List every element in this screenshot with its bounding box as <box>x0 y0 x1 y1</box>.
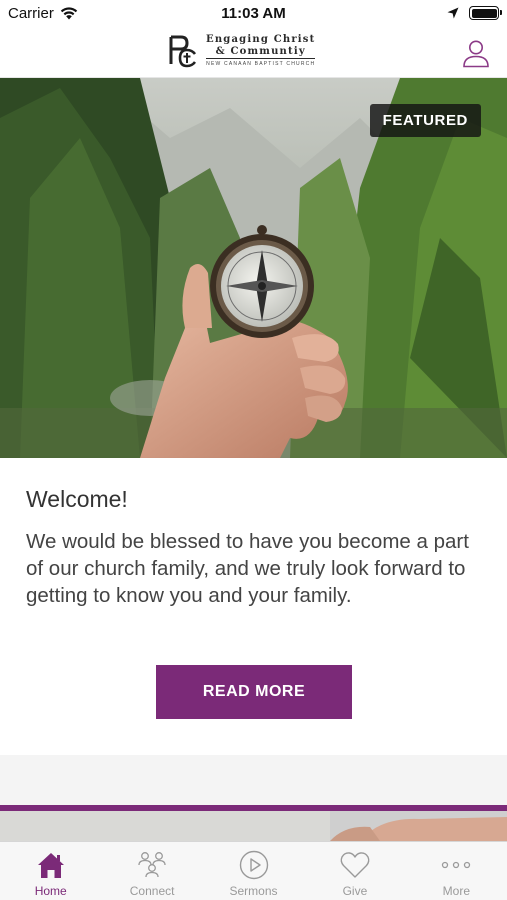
church-logo[interactable]: Engaging Christ & Communtiy NEW CANAAN B… <box>168 34 316 68</box>
featured-badge: FEATURED <box>369 104 481 137</box>
tab-label: More <box>442 884 470 898</box>
card-title: Welcome! <box>26 486 128 512</box>
play-circle-icon <box>238 849 270 881</box>
status-bar: Carrier 11:03 AM <box>0 0 507 28</box>
status-time: 11:03 AM <box>221 5 286 22</box>
tab-label: Connect <box>129 884 175 898</box>
featured-hero[interactable]: FEATURED <box>0 78 507 458</box>
tab-label: Home <box>34 884 67 898</box>
welcome-card: Welcome! We would be blessed to have you… <box>0 458 507 755</box>
tab-connect[interactable]: Connect <box>101 842 202 900</box>
tab-label: Sermons <box>229 884 278 898</box>
logo-line3: NEW CANAAN BAPTIST CHURCH <box>206 58 316 68</box>
logo-text: Engaging Christ & Communtiy NEW CANAAN B… <box>206 34 316 68</box>
next-card-image <box>0 811 507 841</box>
tab-sermons[interactable]: Sermons <box>203 842 304 900</box>
app-header: Engaging Christ & Communtiy NEW CANAAN B… <box>0 28 507 78</box>
tab-more[interactable]: More <box>406 842 507 900</box>
status-right <box>447 6 502 20</box>
heart-icon <box>339 849 371 881</box>
user-icon[interactable] <box>461 38 491 68</box>
logo-line1: Engaging Christ <box>206 34 316 45</box>
logo-mark-icon <box>169 35 197 68</box>
battery-icon <box>469 6 502 20</box>
people-icon <box>136 849 168 881</box>
home-icon <box>35 849 67 881</box>
logo-line2: & Communtiy <box>215 46 306 57</box>
card-body: We would be blessed to have you become a… <box>26 530 469 607</box>
location-icon <box>447 7 459 19</box>
tab-home[interactable]: Home <box>0 842 101 900</box>
tab-bar: Home Connect Sermons Give More <box>0 841 507 900</box>
content-gap <box>0 755 507 805</box>
tab-label: Give <box>342 884 368 898</box>
next-card-preview[interactable] <box>0 805 507 841</box>
tab-give[interactable]: Give <box>304 842 405 900</box>
read-more-button[interactable]: READ MORE <box>156 665 352 719</box>
more-icon <box>440 849 472 881</box>
